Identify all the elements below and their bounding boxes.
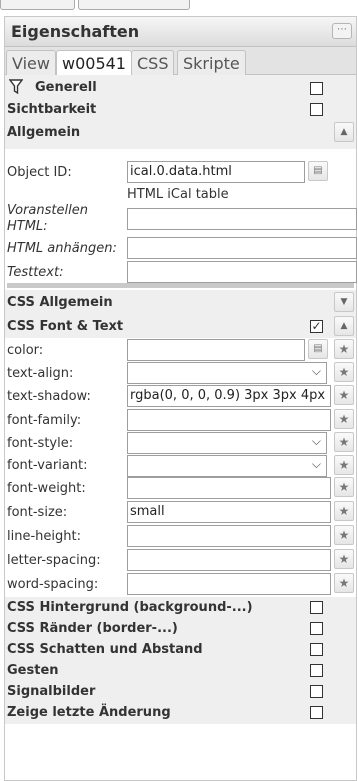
group-gesten-label: Gesten (7, 663, 59, 678)
text-shadow-label: text-shadow: (7, 389, 91, 404)
sichtbarkeit-checkbox[interactable] (310, 103, 323, 116)
top-strip (0, 0, 358, 16)
menu-icon[interactable]: ⋯ (332, 23, 352, 39)
css-raender-checkbox[interactable] (310, 622, 323, 635)
tab-bar: View w00541 CSS Skripte (5, 47, 356, 76)
color-label: color: (7, 343, 44, 358)
group-allgemein[interactable]: Allgemein ▲ (5, 121, 356, 145)
star-icon[interactable]: ★ (334, 339, 354, 359)
css-schatten-checkbox[interactable] (310, 643, 323, 656)
list-icon[interactable]: ▤ (308, 161, 328, 181)
testtext-label: Testtext: (7, 265, 64, 280)
star-icon[interactable]: ★ (334, 455, 354, 475)
group-generell[interactable]: Generell (5, 77, 356, 98)
panel-titlebar: Eigenschaften ⋯ (5, 17, 356, 47)
group-signalbilder-label: Signalbilder (7, 684, 96, 699)
group-sichtbarkeit-label: Sichtbarkeit (7, 102, 97, 117)
group-css-allgemein[interactable]: CSS Allgemein ▼ (5, 292, 356, 314)
text-shadow-input[interactable]: rgba(0, 0, 0, 0.9) 3px 3px 4px (127, 385, 331, 407)
group-gesten[interactable]: Gesten (5, 661, 356, 681)
star-icon[interactable]: ★ (334, 432, 354, 452)
star-icon[interactable]: ★ (334, 549, 354, 569)
list-icon[interactable]: ▤ (308, 339, 328, 359)
chevron-down-icon: ⌵ (311, 364, 321, 378)
group-css-hintergrund[interactable]: CSS Hintergrund (background-...) (5, 598, 356, 618)
word-spacing-label: word-spacing: (7, 577, 99, 592)
panel-title: Eigenschaften (11, 22, 140, 41)
generell-checkbox[interactable] (310, 82, 323, 95)
css-hintergrund-checkbox[interactable] (310, 601, 323, 614)
text-align-select[interactable]: ⌵ (127, 362, 327, 384)
font-weight-label: font-weight: (7, 481, 86, 496)
group-zeige-letzte-label: Zeige letzte Änderung (7, 705, 171, 720)
font-size-input[interactable]: small (127, 501, 331, 523)
font-family-label: font-family: (7, 413, 82, 428)
top-tab-fragment (78, 0, 190, 10)
star-icon[interactable]: ★ (334, 525, 354, 545)
font-size-label: font-size: (7, 505, 68, 520)
section-divider (7, 283, 354, 288)
font-weight-input[interactable] (127, 477, 331, 499)
group-css-raender-label: CSS Ränder (border-...) (7, 621, 178, 636)
text-align-label: text-align: (7, 366, 74, 381)
tab-widget[interactable]: w00541 (56, 50, 132, 76)
zeige-letzte-checkbox[interactable] (310, 706, 323, 719)
object-id-input[interactable]: ical.0.data.html (127, 161, 305, 183)
tab-view[interactable]: View (6, 50, 56, 75)
properties-panel: Eigenschaften ⋯ View w00541 CSS Skripte … (4, 16, 357, 781)
star-icon[interactable]: ★ (334, 573, 354, 593)
chevron-down-icon: ⌵ (311, 434, 321, 448)
group-generell-label: Generell (35, 80, 97, 95)
font-family-input[interactable] (127, 409, 331, 431)
star-icon[interactable]: ★ (334, 385, 354, 405)
tab-skripte[interactable]: Skripte (177, 50, 246, 75)
tab-css[interactable]: CSS (131, 50, 175, 75)
group-css-font-text[interactable]: CSS Font & Text ✓ ▲ (5, 315, 356, 337)
font-variant-select[interactable]: ⌵ (127, 455, 327, 477)
line-height-label: line-height: (7, 529, 81, 544)
font-style-select[interactable]: ⌵ (127, 432, 327, 454)
star-icon[interactable]: ★ (334, 362, 354, 382)
group-css-schatten[interactable]: CSS Schatten und Abstand (5, 640, 356, 660)
css-font-text-checkbox[interactable]: ✓ (310, 320, 323, 333)
star-icon[interactable]: ★ (334, 501, 354, 521)
group-zeige-letzte[interactable]: Zeige letzte Änderung (5, 703, 356, 723)
group-css-schatten-label: CSS Schatten und Abstand (7, 642, 203, 657)
gesten-checkbox[interactable] (310, 664, 323, 677)
group-css-allgemein-label: CSS Allgemein (7, 295, 113, 310)
voranstellen-label: Voranstellen HTML: (7, 203, 88, 234)
font-variant-label: font-variant: (7, 458, 88, 473)
signalbilder-checkbox[interactable] (310, 685, 323, 698)
group-allgemein-label: Allgemein (7, 125, 81, 140)
top-tab-fragment (0, 0, 75, 10)
group-css-font-text-label: CSS Font & Text (7, 319, 124, 334)
line-height-input[interactable] (127, 525, 331, 547)
group-css-raender[interactable]: CSS Ränder (border-...) (5, 619, 356, 639)
expand-icon[interactable]: ▼ (334, 292, 354, 312)
font-style-label: font-style: (7, 436, 74, 451)
star-icon[interactable]: ★ (334, 477, 354, 497)
anhaengen-input[interactable] (127, 237, 357, 259)
letter-spacing-label: letter-spacing: (7, 553, 101, 568)
word-spacing-input[interactable] (127, 573, 331, 595)
object-id-label: Object ID: (7, 165, 72, 180)
filter-icon (9, 79, 23, 95)
color-input[interactable] (127, 339, 305, 361)
chevron-down-icon: ⌵ (311, 457, 321, 471)
anhaengen-label: HTML anhängen: (7, 241, 117, 256)
voranstellen-input[interactable] (127, 208, 357, 230)
group-css-hintergrund-label: CSS Hintergrund (background-...) (7, 600, 253, 615)
group-sichtbarkeit[interactable]: Sichtbarkeit (5, 99, 356, 120)
collapse-icon[interactable]: ▲ (334, 122, 354, 142)
letter-spacing-input[interactable] (127, 549, 331, 571)
star-icon[interactable]: ★ (334, 409, 354, 429)
collapse-icon[interactable]: ▲ (334, 316, 354, 336)
object-description: HTML iCal table (127, 187, 229, 202)
group-signalbilder[interactable]: Signalbilder (5, 682, 356, 702)
testtext-input[interactable] (127, 261, 357, 283)
